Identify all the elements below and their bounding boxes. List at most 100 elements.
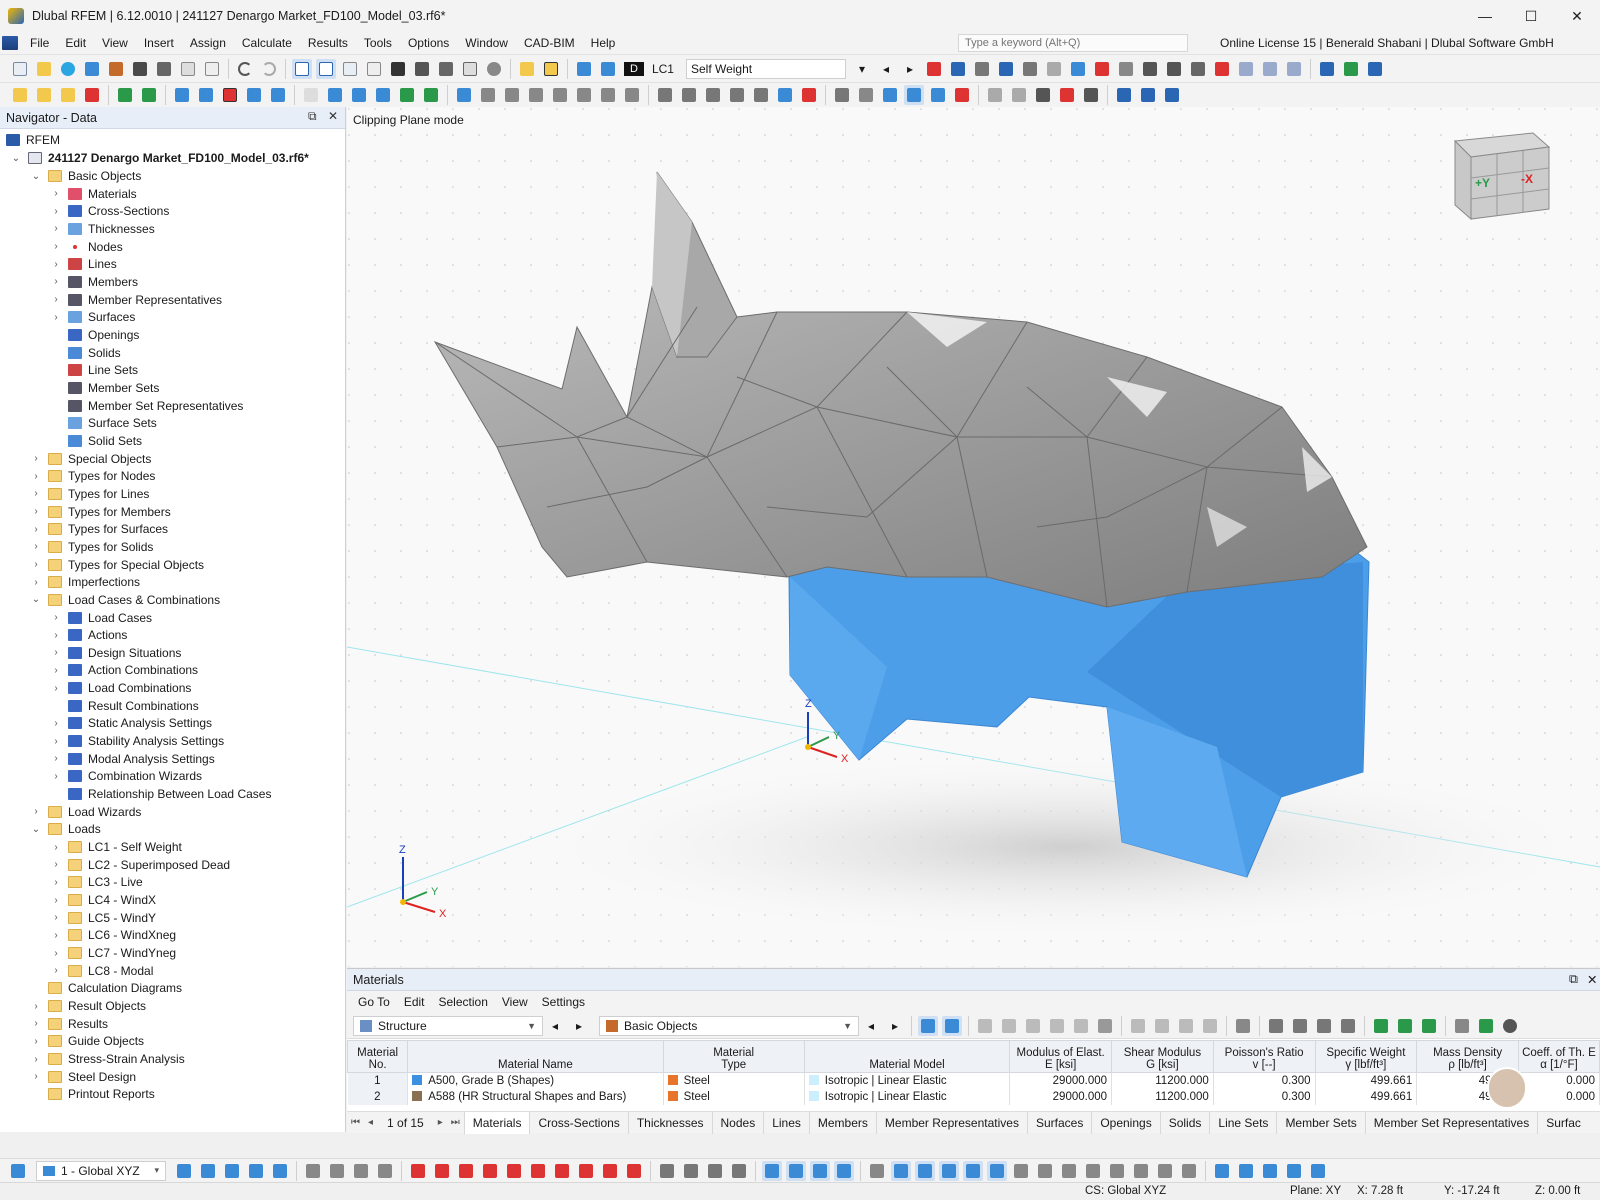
support-icon[interactable] xyxy=(115,85,135,105)
table-cell-no[interactable]: 2 xyxy=(347,1088,409,1105)
tree-item[interactable]: › Result Objects xyxy=(30,997,146,1015)
tree-item[interactable]: › LC4 - WindX xyxy=(50,891,156,909)
table-tool-icon-3[interactable] xyxy=(1023,1016,1043,1036)
redo-icon[interactable] xyxy=(259,59,279,79)
webservice-icon[interactable] xyxy=(82,59,102,79)
next-load-icon[interactable] xyxy=(598,59,618,79)
maximize-button[interactable]: ☐ xyxy=(1508,0,1554,32)
filter-icon-2[interactable] xyxy=(327,1161,347,1181)
table-tool-icon-6[interactable] xyxy=(1128,1016,1148,1036)
menu-file[interactable]: File xyxy=(22,32,57,54)
move-icon[interactable] xyxy=(478,85,498,105)
mirror-icon[interactable] xyxy=(550,85,570,105)
new-node-icon[interactable] xyxy=(10,85,30,105)
new-member-icon[interactable] xyxy=(58,85,78,105)
tree-item[interactable]: › Load Wizards xyxy=(30,803,141,821)
chevron-right-icon[interactable]: › xyxy=(50,895,62,906)
chevron-right-icon[interactable]: › xyxy=(50,930,62,941)
table-cell-no[interactable]: 1 xyxy=(347,1072,409,1089)
select-in-model-icon[interactable] xyxy=(918,1015,938,1036)
console-icon[interactable] xyxy=(388,59,408,79)
delete-results-icon[interactable] xyxy=(1212,59,1232,79)
grid-snap-icon-3[interactable] xyxy=(810,1160,830,1181)
tab-openings[interactable]: Openings xyxy=(1091,1111,1159,1134)
column-header[interactable]: Specific Weight γ [lbf/ft³] xyxy=(1314,1040,1418,1073)
chevron-right-icon[interactable]: › xyxy=(30,488,42,499)
chevron-down-icon[interactable]: ⌄ xyxy=(10,153,22,164)
deformation-icon[interactable] xyxy=(948,59,968,79)
column-header[interactable]: Shear Modulus G [ksi] xyxy=(1111,1040,1214,1073)
chevron-right-icon[interactable]: › xyxy=(50,665,62,676)
select-in-table-icon[interactable] xyxy=(942,1015,962,1036)
osnap-icon-9[interactable] xyxy=(1059,1161,1079,1181)
undock-icon[interactable]: ⧉ xyxy=(308,109,317,124)
table-cell-model[interactable]: Isotropic | Linear Elastic xyxy=(804,1072,1011,1089)
chevron-right-icon[interactable]: › xyxy=(30,1071,42,1082)
view-icon[interactable] xyxy=(832,85,852,105)
close-navigator-icon[interactable]: ✕ xyxy=(328,109,338,123)
table-tool-icon[interactable] xyxy=(975,1016,995,1036)
line-tool-icon-2[interactable] xyxy=(432,1161,452,1181)
tree-item[interactable]: › Design Situations xyxy=(50,644,181,662)
table-cell-E[interactable]: 29000.000 xyxy=(1009,1088,1113,1105)
table-cell-gamma[interactable]: 499.661 xyxy=(1315,1072,1418,1089)
tree-item[interactable]: › Types for Lines xyxy=(30,485,149,503)
3d-viewport[interactable]: Z X Y Z X Y +Y -X Clipping Plane mode xyxy=(347,107,1600,967)
solid-icon[interactable] xyxy=(1068,59,1088,79)
table-tool-icon-5[interactable] xyxy=(1071,1016,1091,1036)
chevron-right-icon[interactable]: › xyxy=(30,471,42,482)
chevron-right-icon[interactable]: › xyxy=(30,1036,42,1047)
panel-icon[interactable] xyxy=(364,59,384,79)
line-tool-icon-8[interactable] xyxy=(576,1161,596,1181)
menu-help[interactable]: Help xyxy=(583,32,624,54)
new-surface-icon[interactable] xyxy=(82,85,102,105)
snap-cursor-icon[interactable] xyxy=(8,1161,28,1181)
table-tool-icon-7[interactable] xyxy=(1152,1016,1172,1036)
box-icon[interactable] xyxy=(1236,59,1256,79)
chevron-right-icon[interactable]: › xyxy=(30,806,42,817)
chevron-right-icon[interactable]: › xyxy=(30,506,42,517)
chevron-right-icon[interactable]: › xyxy=(50,612,62,623)
menu-edit[interactable]: Edit xyxy=(57,32,94,54)
keyword-search-input[interactable] xyxy=(965,37,1183,49)
frame-icon[interactable] xyxy=(1140,59,1160,79)
chevron-right-icon[interactable]: › xyxy=(30,453,42,464)
extrude-icon[interactable] xyxy=(622,85,642,105)
print-icon[interactable] xyxy=(154,59,174,79)
table-cell-alpha[interactable]: 0.000 xyxy=(1518,1072,1600,1089)
display-icon-2[interactable] xyxy=(198,1161,218,1181)
table-cell-type[interactable]: Steel xyxy=(663,1088,805,1105)
chevron-right-icon[interactable]: › xyxy=(30,1054,42,1065)
tree-item[interactable]: › Imperfections xyxy=(30,573,140,591)
grid-display-icon[interactable] xyxy=(856,85,876,105)
tree-item[interactable]: › LC5 - WindY xyxy=(50,909,156,927)
table-cell-G[interactable]: 11200.000 xyxy=(1111,1072,1214,1089)
tree-file[interactable]: ⌄ 241127 Denargo Market_FD100_Model_03.r… xyxy=(10,149,309,167)
decimal-icon[interactable] xyxy=(1476,1016,1496,1036)
tab-member-representatives[interactable]: Member Representatives xyxy=(875,1111,1027,1134)
menu-assign[interactable]: Assign xyxy=(182,32,234,54)
display-icon[interactable] xyxy=(174,1161,194,1181)
layers-icon[interactable] xyxy=(436,59,456,79)
object-type-combo[interactable]: Basic Objects ▼ xyxy=(599,1015,859,1036)
tree-item[interactable]: › Guide Objects xyxy=(30,1032,144,1050)
divide-icon[interactable] xyxy=(598,85,618,105)
red-member-icon[interactable] xyxy=(1092,59,1112,79)
chevron-right-icon[interactable]: › xyxy=(30,559,42,570)
menu-results[interactable]: Results xyxy=(300,32,356,54)
column-header[interactable]: Coeff. of Th. Eα [1/°F] xyxy=(1517,1040,1600,1073)
layer-icon[interactable] xyxy=(1114,85,1134,105)
section-icon-2[interactable] xyxy=(952,85,972,105)
load-icon[interactable] xyxy=(172,85,192,105)
dimension-3-icon[interactable] xyxy=(373,85,393,105)
tree-item[interactable]: › Load Cases xyxy=(50,609,152,627)
solid-load-icon[interactable] xyxy=(220,85,240,105)
select-icon[interactable] xyxy=(454,85,474,105)
close-panel-icon[interactable]: ✕ xyxy=(1587,972,1597,987)
menu-cad-bim[interactable]: CAD-BIM xyxy=(516,32,583,54)
view-mode-icon[interactable] xyxy=(1212,1161,1232,1181)
tree-item[interactable]: › Types for Surfaces xyxy=(30,520,168,538)
osnap-icon-8[interactable] xyxy=(1035,1161,1055,1181)
line-tool-icon-10[interactable] xyxy=(624,1161,644,1181)
block-icon[interactable] xyxy=(244,85,264,105)
